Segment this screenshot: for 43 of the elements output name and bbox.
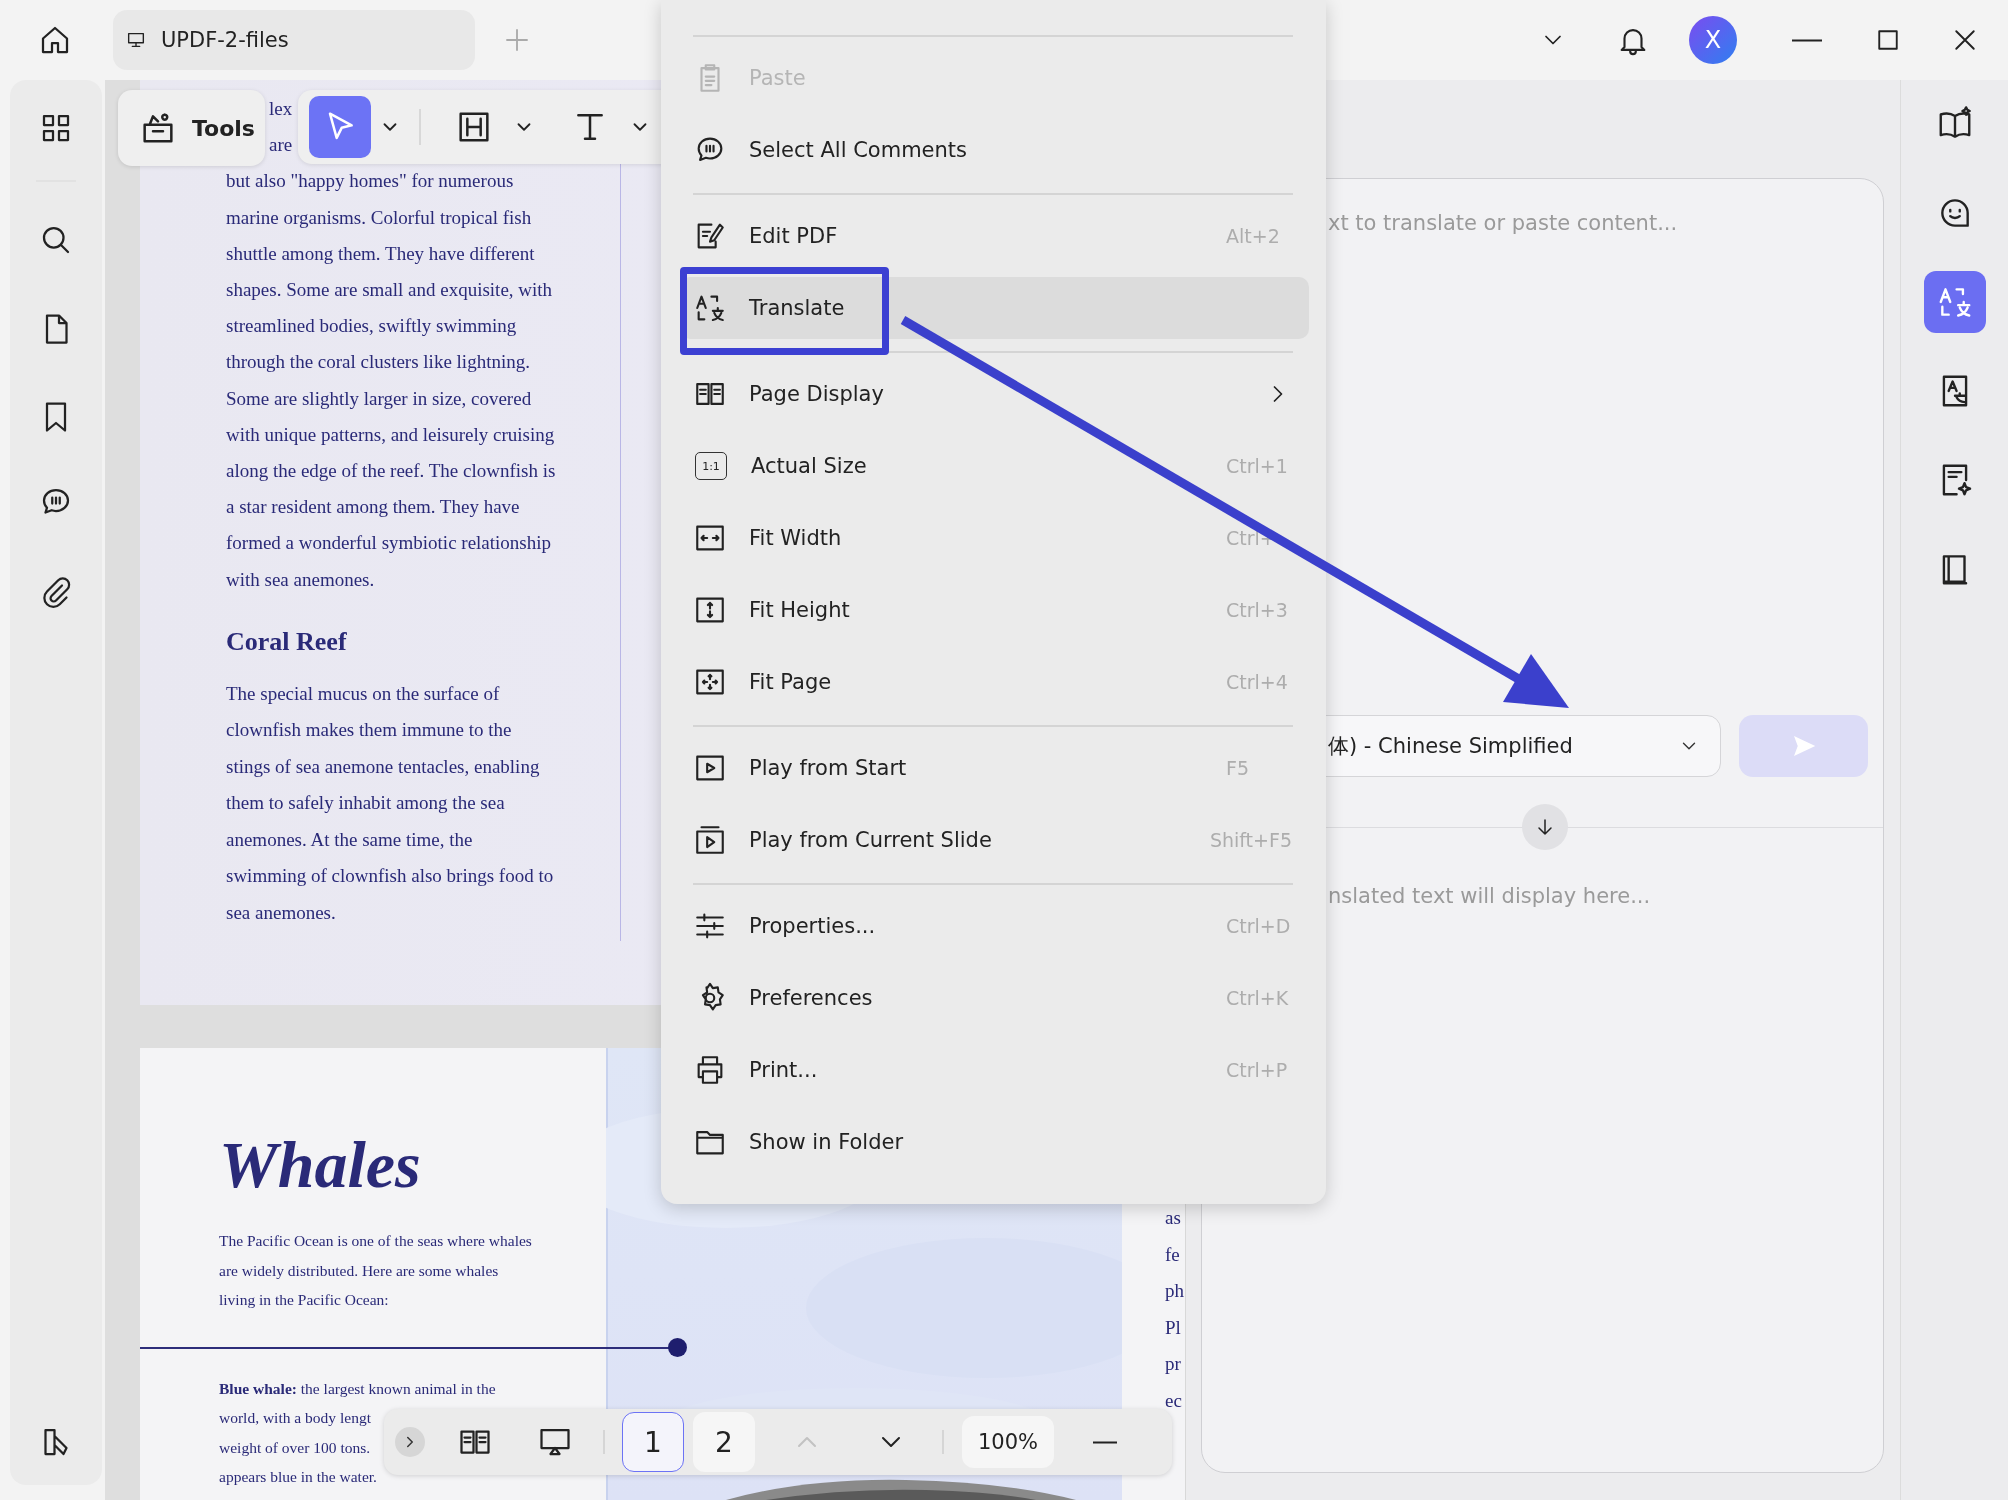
menu-item[interactable]: Select All Comments — [680, 119, 1309, 181]
menu-item[interactable]: Fit Height Ctrl+3 — [680, 579, 1309, 641]
shortcut-hint: Ctrl+K — [1226, 987, 1290, 1009]
text-fragment: as fe ph Pl pr ec — [1165, 1206, 1184, 1413]
shortcut-hint: Shift+F5 — [1209, 829, 1292, 851]
text-line: weight of over 100 tons. — [219, 1437, 371, 1458]
menu-item[interactable]: Edit PDF Alt+2 — [680, 205, 1309, 267]
menu-item[interactable]: 1:1 Actual Size Ctrl+1 — [680, 435, 1309, 497]
document-tab[interactable]: UPDF-2-files — [113, 10, 475, 70]
tools-button[interactable]: Tools — [118, 90, 265, 166]
text-line: appears blue in the water. — [219, 1467, 377, 1487]
text-line: Blue whale: the largest known animal in the — [219, 1378, 496, 1399]
shortcut-hint: Ctrl+3 — [1226, 599, 1289, 621]
shortcut-hint: Ctrl+D — [1226, 915, 1292, 937]
swap-button[interactable] — [1522, 804, 1568, 850]
zoom-field[interactable]: 100% — [962, 1416, 1054, 1468]
slide-play-icon — [693, 823, 727, 857]
expand-button[interactable] — [395, 1427, 425, 1457]
text-line: world, with a body lengt — [219, 1408, 371, 1428]
menu-item[interactable]: Preferences Ctrl+K — [680, 967, 1309, 1029]
paragraph: but also "happy homes" for numerous marine organisms. Colorful tropical fish shuttle among them. They have different shapes. Some are small and exquisite, with streamlined bodies, swiftly swimming through the coral clusters like lightning. Some are slightly larger in size, covered with unique patterns, and leisurely cruising along the edge of the reef. The clownfish is a star resident among them. They have formed a wonderful symbiotic relationship with sea anemones. — [226, 169, 557, 592]
shortcut-hint: Ctrl+4 — [1226, 671, 1289, 693]
shortcut-hint: F5 — [1226, 757, 1251, 779]
avatar[interactable]: X — [1689, 16, 1737, 64]
menu-item[interactable]: Properties... Ctrl+D — [680, 895, 1309, 957]
paragraph: The Pacific Ocean is one of the seas where whales are widely distributed. Here are some whales living in the Pacific Ocean: — [219, 1231, 533, 1310]
minimize-icon — [1792, 38, 1822, 42]
paragraph: The special mucus on the surface of clownfish makes them immune to the stings of sea anemone tentacles, enabling them to safely inhabit among the sea anemones. At the same time, the swimming of clownfish also brings food to sea anemones. — [226, 681, 555, 925]
section-heading: Coral Reef — [226, 625, 348, 658]
menu-item[interactable]: Play from Current Slide Shift+F5 — [680, 809, 1309, 871]
shortcut-hint: Alt+2 — [1226, 225, 1281, 247]
menu-item[interactable]: Print... Ctrl+P — [680, 1039, 1309, 1101]
page-number-button[interactable]: 1 — [622, 1412, 684, 1472]
shortcut-hint: Ctrl+1 — [1226, 455, 1289, 477]
menu-item[interactable]: Fit Page Ctrl+4 — [680, 651, 1309, 713]
page-title: Whales — [219, 1127, 421, 1203]
menu-item[interactable]: Page Display — [680, 363, 1309, 425]
actual-size-icon: 1:1 — [695, 452, 727, 480]
shortcut-hint: Ctrl+P — [1226, 1059, 1289, 1081]
menu-item[interactable]: Show in Folder — [680, 1111, 1309, 1173]
tab-title: UPDF-2-files — [161, 28, 289, 52]
minus-icon — [1093, 1440, 1117, 1444]
page-number-button[interactable]: 2 — [693, 1412, 755, 1472]
